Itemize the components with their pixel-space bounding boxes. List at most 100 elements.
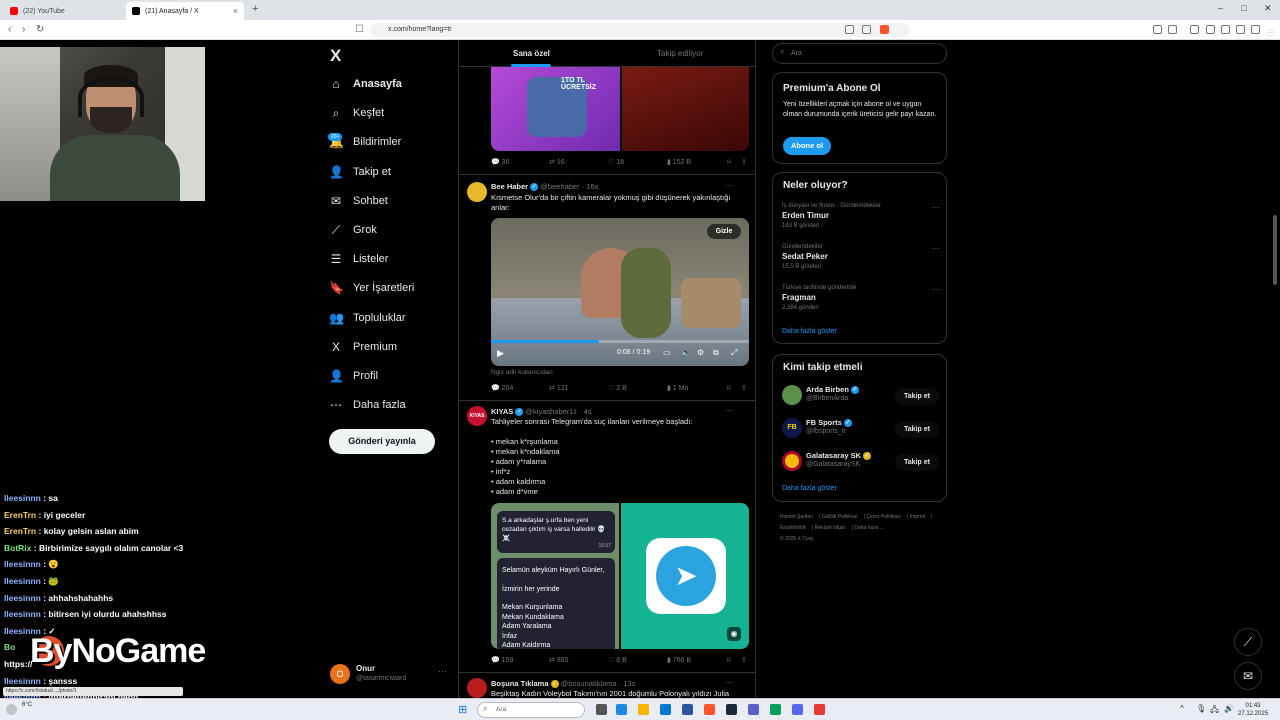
extension-icon[interactable]	[845, 25, 854, 34]
volume-icon[interactable]: 🔈	[681, 348, 691, 357]
show-more-trends-link[interactable]: Daha fazla göster	[782, 328, 837, 335]
new-tab-button[interactable]: +	[252, 3, 258, 15]
like-count[interactable]: ♡ 6 B	[608, 656, 627, 664]
view-count[interactable]: ▮ 152 B	[667, 158, 691, 166]
mic-icon[interactable]: 🎙	[1196, 704, 1206, 713]
tab-x-home[interactable]: (21) Anasayfa / X ×	[126, 2, 244, 20]
messages-fab-button[interactable]: ✉	[1234, 662, 1262, 690]
like-count[interactable]: ♡ 2 B	[608, 384, 627, 392]
extension-icon[interactable]	[1153, 25, 1162, 34]
avatar[interactable]	[467, 678, 487, 698]
follow-button[interactable]: Takip et	[895, 421, 939, 438]
sidebar-item-profil[interactable]: 👤 Profil	[329, 365, 378, 387]
back-icon[interactable]: ‹	[8, 24, 11, 35]
sidebar-item-listeler[interactable]: ☰ Listeler	[329, 248, 389, 270]
tweet-author[interactable]: Boşuna Tıklama	[491, 679, 549, 688]
file-explorer-icon[interactable]	[638, 704, 649, 715]
more-icon[interactable]: ···	[725, 406, 733, 415]
follow-button[interactable]: Takip et	[895, 454, 939, 471]
grok-fab-button[interactable]: ⟋	[1234, 628, 1262, 656]
taskbar-search-input[interactable]: Ara	[477, 702, 585, 718]
pip-icon[interactable]: ⧉	[713, 348, 719, 358]
more-icon[interactable]: ···	[932, 244, 940, 253]
bookmark-icon[interactable]: ⌑	[727, 158, 731, 166]
video-progress[interactable]	[491, 340, 749, 343]
footer-link[interactable]: Gizlilik Politikası	[822, 514, 858, 520]
sidebar-item-topluluklar[interactable]: 👥 Topluluklar	[329, 307, 406, 329]
sidebar-item-anasayfa[interactable]: ⌂ Anasayfa	[329, 73, 402, 95]
post-button[interactable]: Gönderi yayınla	[329, 429, 435, 454]
bookmark-icon[interactable]: ⌑	[727, 656, 731, 664]
share-icon[interactable]: ⇧	[741, 384, 747, 392]
follow-suggestion[interactable]: Galatasaray SK ✓ @GalatasaraySK Takip et	[782, 449, 940, 475]
obs-icon[interactable]	[814, 704, 825, 715]
sidebar-item-takip-et[interactable]: 👤 Takip et	[329, 161, 391, 183]
bookmark-icon[interactable]: ⌑	[727, 384, 731, 392]
discord-icon[interactable]	[792, 704, 803, 715]
maximize-button[interactable]: □	[1241, 3, 1246, 13]
avatar[interactable]	[467, 182, 487, 202]
mail-icon[interactable]	[682, 704, 693, 715]
sidebar-item-keşfet[interactable]: ⌕ Keşfet	[329, 102, 385, 124]
scrollbar-thumb[interactable]	[1273, 215, 1277, 285]
steam-icon[interactable]	[726, 704, 737, 715]
avatar[interactable]: KIYAS	[467, 406, 487, 426]
close-tab-icon[interactable]: ×	[233, 6, 238, 16]
share-icon[interactable]: ⇧	[741, 656, 747, 664]
grok-image-icon[interactable]: ◉	[727, 627, 741, 641]
share-icon[interactable]: ⇧	[741, 158, 747, 166]
retweet-count[interactable]: ⇄ 16	[549, 158, 565, 166]
trend-item[interactable]: Türkiye tarihinde gündemde Fragman 2.384…	[782, 285, 940, 311]
follow-suggestion[interactable]: FB FB Sports ✓ @fbsports_tr Takip et	[782, 416, 940, 442]
extension-icon[interactable]	[1168, 25, 1177, 34]
wallet-icon[interactable]	[1221, 25, 1230, 34]
tweet-media[interactable]: 1ТО ТL ÜCRETSİZ	[491, 67, 749, 151]
sidebar-item-grok[interactable]: ⟋ Grok	[329, 219, 377, 241]
subscribe-button[interactable]: Abone ol	[783, 137, 831, 155]
app-icon[interactable]	[616, 704, 627, 715]
brave-icon[interactable]	[704, 704, 715, 715]
reload-icon[interactable]: ↻	[36, 24, 44, 35]
forward-icon[interactable]: ›	[22, 24, 25, 35]
brave-shield-icon[interactable]	[880, 25, 889, 34]
url-input[interactable]: x.com/home?lang=tr	[370, 23, 910, 37]
download-icon[interactable]	[1251, 25, 1260, 34]
profile-icon[interactable]	[1236, 25, 1245, 34]
footer-link[interactable]: Reklam bilgisi	[815, 525, 846, 531]
reply-count[interactable]: 💬 204	[491, 384, 513, 392]
account-switcher[interactable]: O Onur @tasarimciward ···	[330, 662, 450, 688]
more-icon[interactable]: ···	[438, 666, 447, 676]
fullscreen-icon[interactable]: ⤢	[731, 348, 737, 358]
reply-count[interactable]: 💬 36	[491, 158, 509, 166]
more-icon[interactable]: ···	[725, 181, 733, 190]
footer-link[interactable]: Imprint	[910, 514, 925, 520]
menu-icon[interactable]: ≡	[1266, 25, 1275, 42]
tray-chevron-icon[interactable]: ^	[1180, 704, 1184, 713]
settings-icon[interactable]: ⚙	[697, 348, 704, 357]
weather-icon[interactable]	[6, 704, 17, 715]
extension-icon[interactable]	[1190, 25, 1199, 34]
tab-youtube[interactable]: (22) YouTube	[4, 2, 122, 20]
share-icon[interactable]	[862, 25, 871, 34]
video-source[interactable]: Ngix adlı kullanıcıdan	[491, 369, 553, 376]
tweet-author[interactable]: KIYAS	[491, 407, 513, 416]
volume-icon[interactable]: 🔊	[1224, 704, 1234, 713]
bookmark-icon[interactable]: ☐	[355, 24, 364, 35]
trend-item[interactable]: Gündemdekiler Sedat Peker 15,5 B gönderi…	[782, 244, 940, 270]
app-icon[interactable]	[660, 704, 671, 715]
tweet-author[interactable]: Bee Haber	[491, 182, 528, 191]
network-icon[interactable]: 🖧	[1210, 704, 1219, 718]
show-more-follow-link[interactable]: Daha fazla göster	[782, 485, 837, 492]
sidebar-item-sohbet[interactable]: ✉ Sohbet	[329, 190, 388, 212]
view-count[interactable]: ▮ 1 Mn	[667, 384, 688, 392]
teams-icon[interactable]	[748, 704, 759, 715]
like-count[interactable]: ♡ 18	[608, 158, 624, 166]
tweet-media[interactable]: S.a arkadaşlar ş.urfa ben yeni cezadan ç…	[491, 503, 749, 649]
footer-link[interactable]: Hizmet Şartları	[780, 514, 813, 520]
view-count[interactable]: ▮ 766 B	[667, 656, 691, 664]
windows-start-icon[interactable]: ⊞	[458, 703, 467, 716]
tab-for-you[interactable]: Sana özel	[513, 49, 550, 58]
reply-count[interactable]: 💬 159	[491, 656, 513, 664]
more-icon[interactable]: ···	[932, 285, 940, 294]
more-icon[interactable]: ···	[725, 678, 733, 687]
